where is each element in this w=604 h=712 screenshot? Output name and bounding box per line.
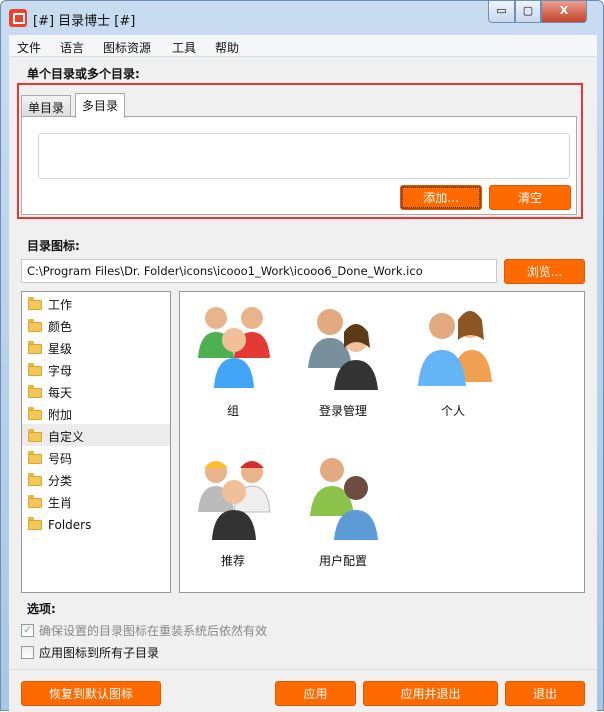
target-section-label: 单个目录或多个目录:: [27, 67, 140, 81]
category-item[interactable]: 每天: [22, 380, 170, 402]
multi-dir-panel: 添加... 清空: [21, 116, 577, 215]
persist-icon-checkbox[interactable]: ✓ 确保设置的目录图标在重装系统后依然有效: [21, 622, 267, 639]
icon-item-label: 登录管理: [318, 404, 367, 418]
browse-button[interactable]: 浏览...: [504, 259, 585, 284]
divider: [9, 669, 597, 670]
folder-icon: [28, 318, 42, 332]
category-label: 每天: [48, 386, 73, 400]
login-management-icon: [308, 309, 378, 390]
category-label: 号码: [48, 452, 73, 466]
folder-icon: [28, 406, 42, 420]
folder-icon: [28, 472, 42, 486]
maximize-button[interactable]: ▢: [515, 1, 541, 23]
menu-bar: 文件 语言 图标资源 工具 帮助: [9, 35, 597, 57]
category-label: 分类: [48, 474, 73, 488]
category-label: 星级: [48, 342, 73, 356]
icon-item-login-management[interactable]: 登录管理: [298, 296, 388, 419]
menu-help[interactable]: 帮助: [215, 39, 239, 56]
folder-icon: [28, 450, 42, 464]
icon-item-group[interactable]: 组: [188, 296, 278, 419]
category-item[interactable]: Folders: [22, 512, 170, 534]
close-button[interactable]: X: [541, 1, 587, 23]
checkbox-checked-icon: ✓: [21, 624, 34, 637]
options-label: 选项:: [27, 602, 56, 616]
category-label: 生肖: [48, 496, 73, 510]
restore-default-button[interactable]: 恢复到默认图标: [21, 681, 161, 706]
group-people-icon: [198, 307, 270, 388]
folder-icon: [28, 494, 42, 508]
apply-button[interactable]: 应用: [275, 681, 356, 706]
directory-list-input[interactable]: [38, 133, 570, 179]
icon-item-recommend[interactable]: 推荐: [188, 446, 278, 569]
tab-single-dir[interactable]: 单目录: [21, 95, 72, 117]
checkbox-unchecked-icon: [21, 646, 34, 659]
icon-item-label: 用户配置: [318, 554, 367, 568]
folder-icon: [28, 428, 42, 442]
apply-subdirs-checkbox[interactable]: 应用图标到所有子目录: [21, 644, 159, 661]
add-button[interactable]: 添加...: [400, 185, 482, 210]
tab-multi-dir[interactable]: 多目录: [75, 93, 126, 118]
icon-section-label: 目录图标:: [27, 239, 80, 253]
category-item[interactable]: 分类: [22, 468, 170, 490]
category-item[interactable]: 星级: [22, 336, 170, 358]
category-item[interactable]: 附加: [22, 402, 170, 424]
menu-language[interactable]: 语言: [60, 39, 84, 56]
category-tree[interactable]: 工作颜色星级字母每天附加自定义号码分类生肖 Folders: [21, 291, 171, 593]
client-area: 文件 语言 图标资源 工具 帮助 单个目录或多个目录: 单目录 多目录 添加..…: [9, 35, 597, 712]
icon-item-user-config[interactable]: 用户配置: [298, 446, 388, 569]
workers-icon: [198, 461, 271, 540]
title-bar: [#] 目录博士 [#] ▭ ▢ X: [1, 1, 603, 35]
category-label: Folders: [48, 517, 92, 532]
couple-icon: [418, 311, 492, 386]
category-label: 颜色: [48, 320, 73, 334]
category-item[interactable]: 生肖: [22, 490, 170, 512]
folder-icon: [28, 340, 42, 354]
menu-icon-resources[interactable]: 图标资源: [103, 39, 151, 56]
folder-icon: [28, 516, 42, 530]
category-item[interactable]: 号码: [22, 446, 170, 468]
category-item[interactable]: 自定义: [22, 424, 170, 446]
category-label: 工作: [48, 298, 73, 312]
checkbox-label: 应用图标到所有子目录: [39, 646, 160, 660]
category-item[interactable]: 颜色: [22, 314, 170, 336]
icon-grid: 组 登录管理 个人 推荐 用户配置: [179, 291, 585, 593]
category-label: 自定义: [48, 430, 85, 444]
folder-icon: [28, 384, 42, 398]
app-window: [#] 目录博士 [#] ▭ ▢ X 文件 语言 图标资源 工具 帮助 单个目录…: [0, 0, 604, 712]
folder-icon: [28, 362, 42, 376]
category-label: 附加: [48, 408, 73, 422]
clear-button[interactable]: 清空: [489, 185, 571, 210]
checkbox-label: 确保设置的目录图标在重装系统后依然有效: [39, 624, 268, 638]
category-item[interactable]: 字母: [22, 358, 170, 380]
category-label: 字母: [48, 364, 73, 378]
icon-item-label: 个人: [440, 404, 465, 418]
menu-tools[interactable]: 工具: [172, 39, 196, 56]
exit-button[interactable]: 退出: [505, 681, 585, 706]
user-config-icon: [310, 458, 378, 540]
icon-item-label: 推荐: [220, 554, 245, 568]
minimize-button[interactable]: ▭: [488, 1, 515, 23]
icon-item-personal[interactable]: 个人: [408, 296, 498, 419]
icon-path-input[interactable]: C:\Program Files\Dr. Folder\icons\icooo1…: [21, 259, 497, 283]
window-title: [#] 目录博士 [#]: [33, 14, 136, 29]
apply-exit-button[interactable]: 应用并退出: [363, 681, 498, 706]
app-logo-icon: [9, 9, 27, 27]
category-item[interactable]: 工作: [22, 292, 170, 314]
menu-file[interactable]: 文件: [17, 39, 41, 56]
folder-icon: [28, 296, 42, 310]
icon-item-label: 组: [226, 404, 239, 418]
